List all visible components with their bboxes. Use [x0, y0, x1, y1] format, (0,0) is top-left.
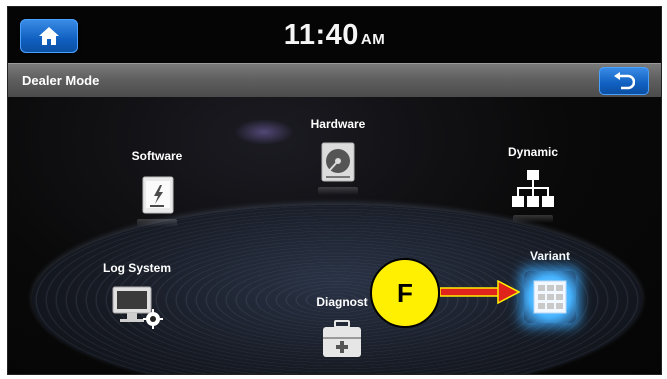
menu-item-diagnostics[interactable]: Diagnost — [302, 295, 382, 363]
status-bar: 11:40 AM — [8, 7, 661, 63]
back-arrow-icon — [614, 72, 635, 90]
clock: 11:40 AM — [8, 19, 661, 52]
menu-item-dynamic[interactable]: Dynamic — [488, 145, 578, 223]
dealer-menu-stage: Software Hardware Dynamic Log System Dia… — [8, 97, 661, 374]
software-update-icon — [134, 171, 180, 217]
head-unit-screen: 11:40 AM Dealer Mode Software Hardware D… — [7, 6, 662, 375]
menu-item-label: Log System — [102, 261, 171, 275]
menu-item-software[interactable]: Software — [112, 149, 202, 227]
hard-disk-icon — [315, 139, 361, 185]
icon-reflection — [137, 219, 177, 227]
back-button[interactable] — [599, 67, 649, 95]
callout-arrow-icon — [440, 280, 520, 304]
menu-item-variant[interactable]: Variant — [510, 249, 590, 323]
icon-reflection — [318, 187, 358, 195]
menu-item-hardware[interactable]: Hardware — [293, 117, 383, 195]
page-title: Dealer Mode — [22, 73, 100, 88]
clock-time: 11:40 — [283, 19, 359, 51]
menu-item-log-system[interactable]: Log System — [92, 261, 182, 329]
menu-item-label: Software — [131, 149, 183, 163]
callout-label: F — [397, 277, 413, 308]
grid-config-icon — [524, 271, 576, 323]
menu-item-label: Hardware — [310, 117, 366, 131]
icon-reflection — [513, 215, 553, 223]
callout-marker: F — [370, 258, 440, 328]
toolbox-icon — [319, 317, 365, 363]
title-bar: Dealer Mode — [8, 63, 661, 99]
computer-settings-icon — [109, 283, 165, 329]
clock-ampm: AM — [360, 31, 386, 48]
menu-item-label: Variant — [529, 249, 571, 263]
network-tree-icon — [510, 167, 556, 213]
menu-item-label: Dynamic — [507, 145, 559, 159]
light-glare — [234, 119, 294, 145]
